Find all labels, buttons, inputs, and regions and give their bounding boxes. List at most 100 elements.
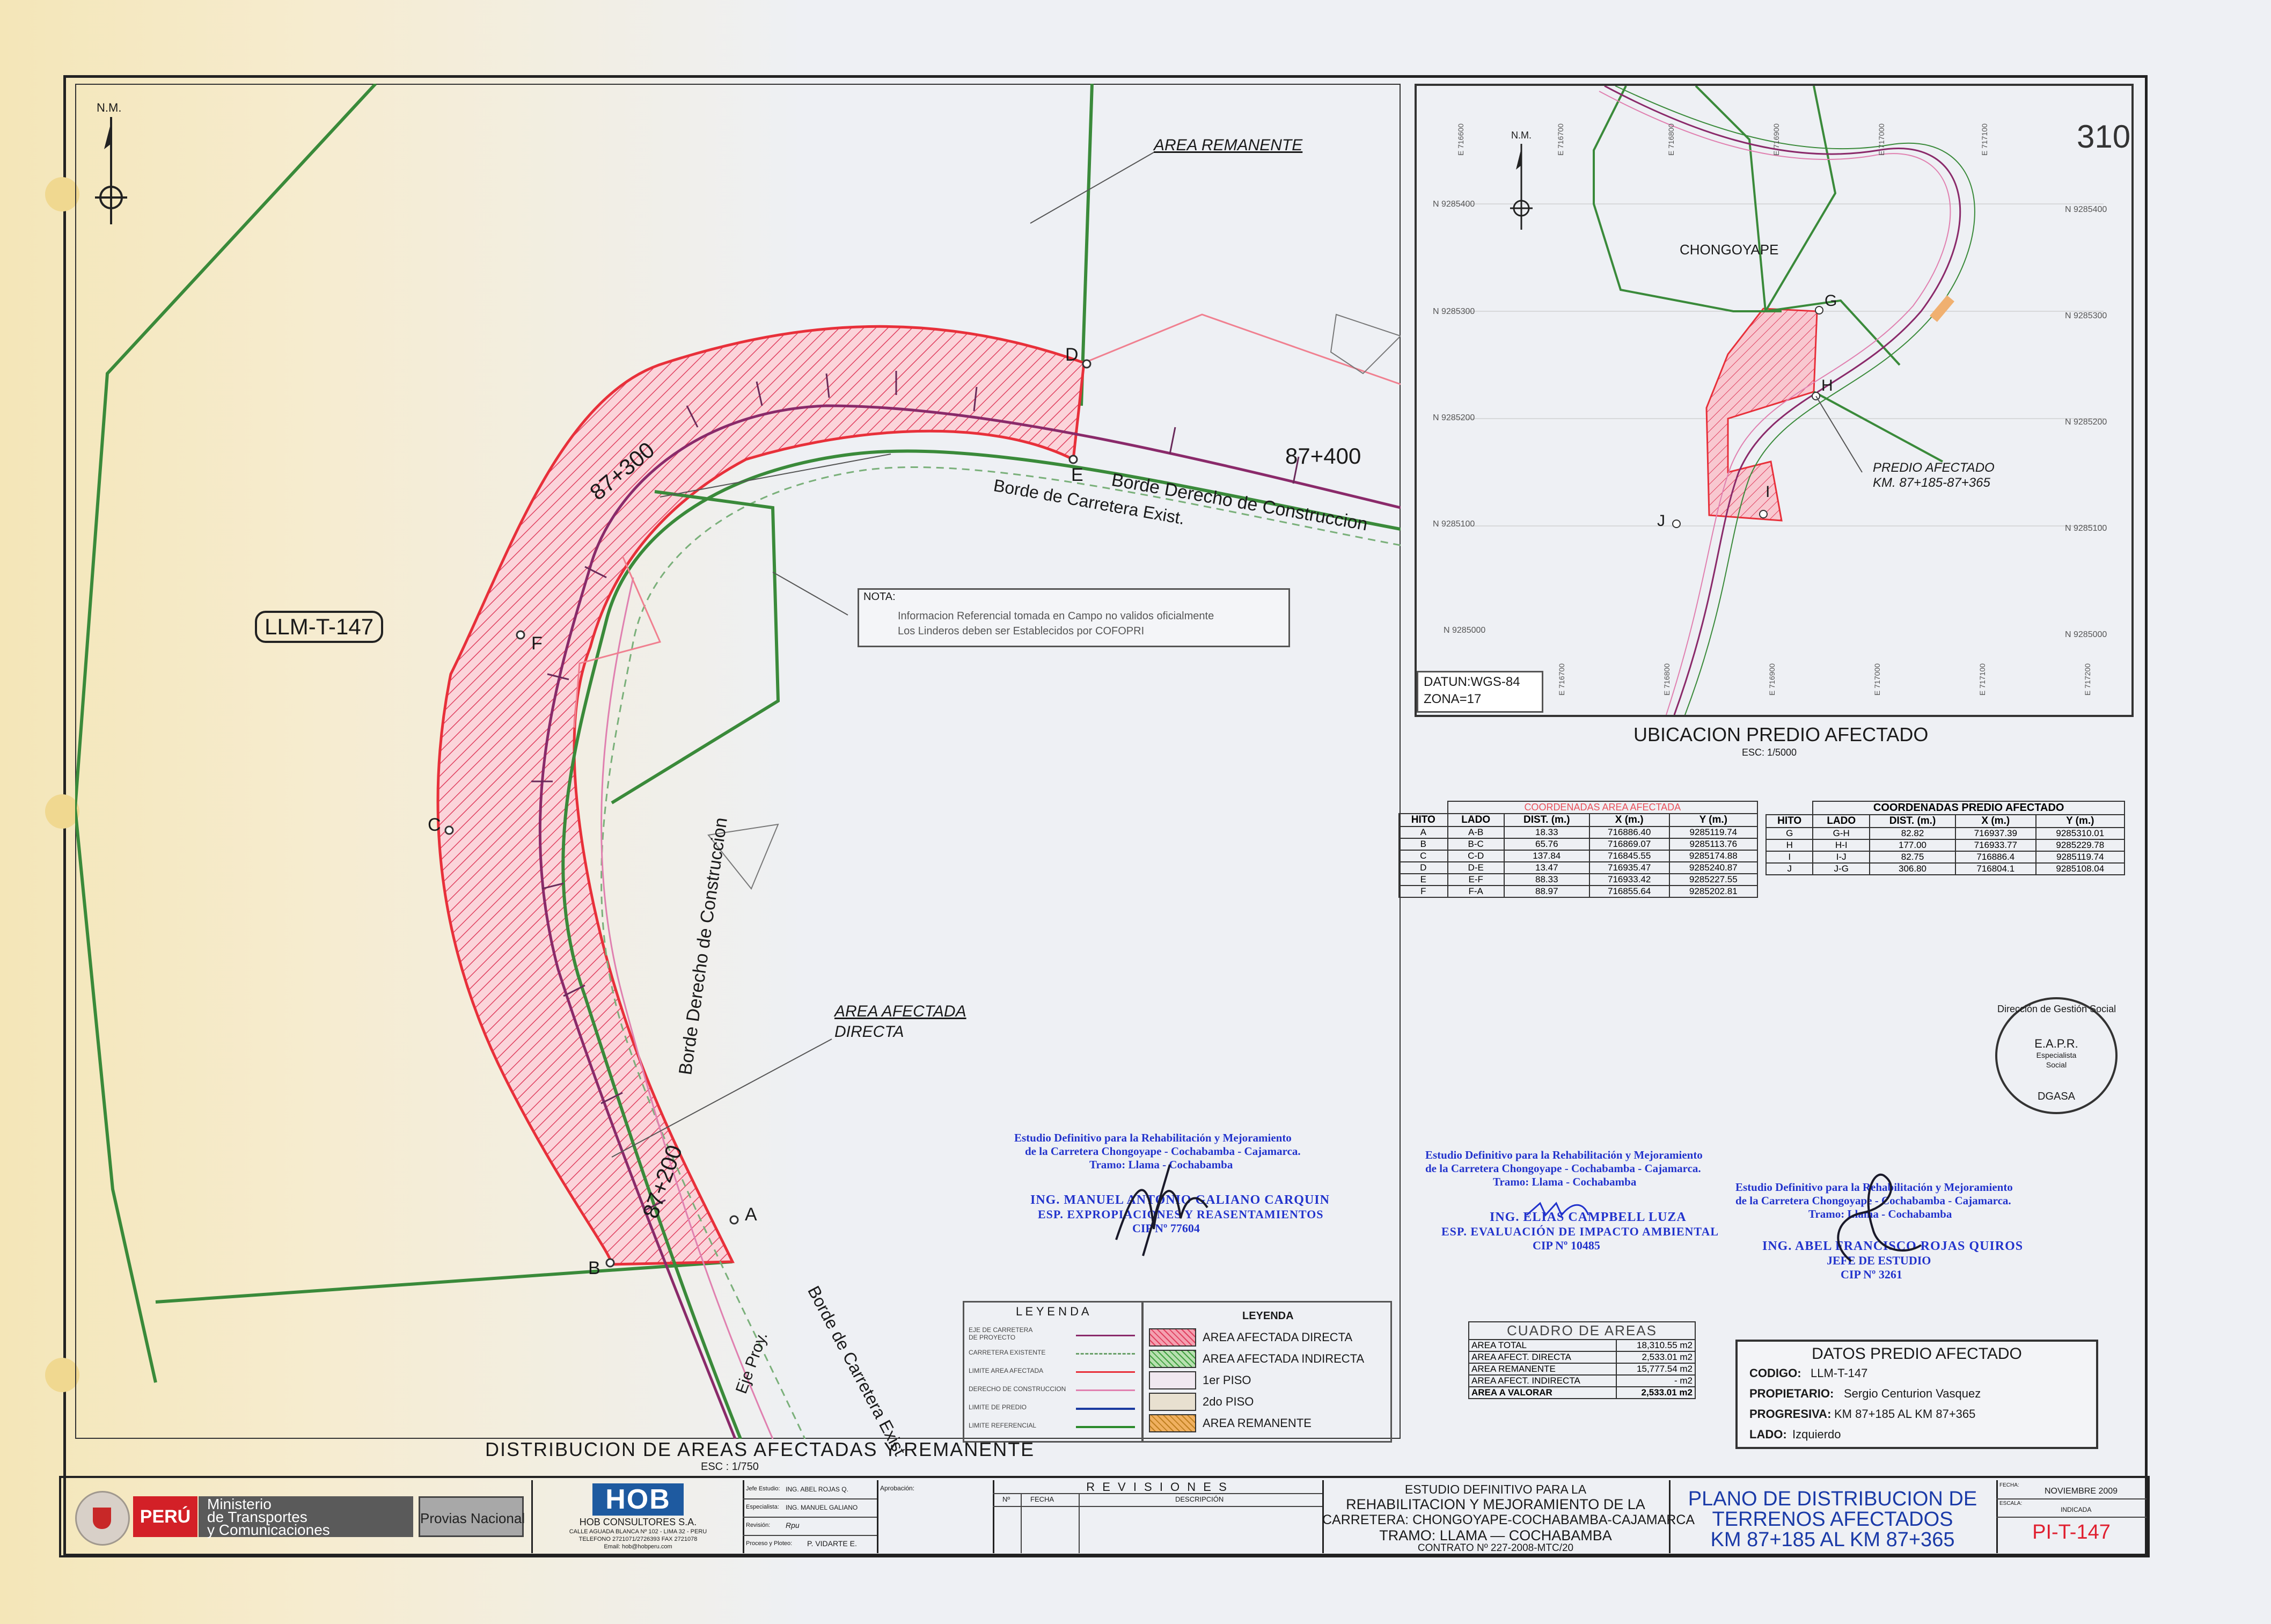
column-header: HITO bbox=[1398, 813, 1448, 827]
legend-item: DERECHO DE CONSTRUCCION bbox=[969, 1381, 1140, 1399]
field-value: ING. ABEL ROJAS Q. bbox=[786, 1486, 848, 1493]
plan-code: PI-T-147 bbox=[2032, 1521, 2111, 1543]
table-cell: 9285119.74 bbox=[2035, 851, 2126, 864]
north-arrow-icon bbox=[92, 117, 130, 224]
northing-label: N 9285000 bbox=[2065, 630, 2107, 639]
table-cell: 65.76 bbox=[1503, 838, 1590, 851]
table-cell: 9285229.78 bbox=[2035, 839, 2126, 852]
table-row: AREA AFECT. DIRECTA 2,533.01 m2 bbox=[1468, 1351, 1696, 1364]
hob-address: CALLE AGUADA BLANCA Nº 102 - LIMA 32 - P… bbox=[569, 1528, 707, 1535]
table-cell: F bbox=[1398, 885, 1448, 898]
datos-propietario-value: Sergio Centurion Vasquez bbox=[1844, 1387, 1981, 1400]
town-label: CHONGOYAPE bbox=[1680, 242, 1779, 258]
legend-swatch bbox=[1076, 1426, 1135, 1428]
field-value: P. VIDARTE E. bbox=[807, 1539, 857, 1548]
sheet-number-mark: 310 bbox=[2077, 119, 2131, 155]
stamp-ring-text: Dirección de Gestión Social bbox=[1997, 1004, 2116, 1014]
point-label: G bbox=[1825, 292, 1837, 310]
table-row: AREA REMANENTE 15,777.54 m2 bbox=[1468, 1363, 1696, 1376]
table-cell: AREA REMANENTE bbox=[1468, 1363, 1617, 1376]
stamp-text: DGASA bbox=[2037, 1091, 2076, 1102]
signature-cip: CIP Nº 10485 bbox=[1533, 1239, 1600, 1252]
column-header: X (m.) bbox=[1588, 813, 1670, 827]
dgasa-stamp: Dirección de Gestión Social E.A.P.R. Esp… bbox=[1995, 997, 2118, 1114]
table-row: AREA A VALORAR 2,533.01 m2 bbox=[1468, 1386, 1696, 1399]
table-cell: 18.33 bbox=[1503, 826, 1590, 839]
column-header: Nº bbox=[1002, 1495, 1010, 1503]
table-title: CUADRO DE AREAS bbox=[1468, 1321, 1696, 1340]
point-label: D bbox=[1065, 345, 1079, 365]
datos-progresiva-value: KM 87+185 AL KM 87+365 bbox=[1834, 1407, 1976, 1421]
table-cell: 9285227.55 bbox=[1668, 873, 1759, 886]
study-line: CARRETERA: CHONGOYAPE-COCHABAMBA-CAJAMAR… bbox=[1322, 1512, 1695, 1527]
table-cell: AREA AFECT. INDIRECTA bbox=[1468, 1374, 1617, 1387]
table-cell: 2,533.01 m2 bbox=[1615, 1386, 1696, 1399]
location-map-title: UBICACION PREDIO AFECTADO bbox=[1633, 723, 1929, 745]
field-label: Revisión: bbox=[746, 1522, 771, 1528]
table-cell: B bbox=[1398, 838, 1448, 851]
column-header: LADO bbox=[1812, 814, 1871, 828]
table-cell: 9285240.87 bbox=[1668, 861, 1759, 874]
ministry-cell: PERÚ Ministerio de Transportes y Comunic… bbox=[64, 1480, 533, 1553]
legend-swatch bbox=[1149, 1350, 1196, 1368]
table-cell: G-H bbox=[1812, 827, 1871, 840]
table-cell: F-A bbox=[1447, 885, 1505, 898]
legend-title: LEYENDA bbox=[1242, 1310, 1294, 1322]
table-cell: 9285108.04 bbox=[2035, 862, 2126, 875]
easting-label: E 716900 bbox=[1772, 123, 1781, 156]
table-row: AREA AFECT. INDIRECTA - m2 bbox=[1468, 1374, 1696, 1387]
table-row: C C-D 137.84 716845.55 9285174.88 bbox=[1398, 850, 1759, 862]
peru-shield-icon bbox=[75, 1491, 130, 1546]
table-cell: 716869.07 bbox=[1588, 838, 1670, 851]
northing-label: N 9285400 bbox=[1433, 200, 1475, 209]
approval-cell: Aprobación: bbox=[877, 1480, 994, 1553]
table-title: COORDENADAS PREDIO AFECTADO bbox=[1812, 801, 2125, 815]
point-label: E bbox=[1071, 465, 1083, 485]
easting-label: E 717100 bbox=[1980, 123, 1989, 156]
easting-label: E 716700 bbox=[1556, 123, 1565, 156]
column-header: DIST. (m.) bbox=[1503, 813, 1590, 827]
coords-predio-table: COORDENADAS PREDIO AFECTADO HITO LADO DI… bbox=[1765, 801, 2126, 875]
nota-box: NOTA: Informacion Referencial tomada en … bbox=[858, 588, 1290, 647]
table-cell: E-F bbox=[1447, 873, 1505, 886]
datos-propietario-label: PROPIETARIO: bbox=[1749, 1387, 1834, 1400]
personnel-cell: Jefe Estudio: ING. ABEL ROJAS Q. Especial… bbox=[743, 1480, 878, 1553]
legend-swatch bbox=[1076, 1335, 1135, 1336]
easting-label: E 717000 bbox=[1873, 663, 1881, 696]
column-header: DIST. (m.) bbox=[1869, 814, 1956, 828]
legend-item: LIMITE AREA AFECTADA bbox=[969, 1363, 1140, 1381]
plan-title-cell: PLANO DE DISTRIBUCION DE TERRENOS AFECTA… bbox=[1669, 1480, 1998, 1553]
field-value: NOVIEMBRE 2009 bbox=[2045, 1487, 2118, 1496]
datos-predio-box: DATOS PREDIO AFECTADO CODIGO: LLM-T-147 … bbox=[1735, 1340, 2098, 1449]
table-row: A A-B 18.33 716886.40 9285119.74 bbox=[1398, 826, 1759, 839]
table-cell: 9285174.88 bbox=[1668, 850, 1759, 862]
area-afectada-label-1: AREA AFECTADA bbox=[834, 1003, 966, 1020]
plan-title-line: KM 87+185 AL KM 87+365 bbox=[1710, 1528, 1955, 1551]
datum-box: DATUN:WGS-84 ZONA=17 bbox=[1417, 671, 1543, 713]
northing-label: N 9285300 bbox=[1433, 307, 1475, 316]
drawing-sheet: N.M. LLM-T-147 AREA REMANENTE AREA AFECT… bbox=[0, 0, 2271, 1624]
column-header: X (m.) bbox=[1954, 814, 2036, 828]
punch-hole bbox=[45, 177, 79, 211]
column-header: Y (m.) bbox=[1668, 813, 1759, 827]
table-cell: 9285202.81 bbox=[1668, 885, 1759, 898]
study-cell: ESTUDIO DEFINITIVO PARA LA REHABILITACIO… bbox=[1322, 1480, 1695, 1554]
northing-label: N 9285400 bbox=[2065, 205, 2107, 214]
table-row: AREA TOTAL 18,310.55 m2 bbox=[1468, 1339, 1696, 1352]
table-cell: - m2 bbox=[1615, 1374, 1696, 1387]
field-label: Especialista: bbox=[746, 1504, 779, 1510]
location-north-label: N.M. bbox=[1511, 130, 1532, 141]
table-cell: 716933.77 bbox=[1954, 839, 2036, 852]
station-label: 87+400 bbox=[1285, 443, 1361, 469]
table-cell: I-J bbox=[1812, 851, 1871, 864]
hob-name: HOB CONSULTORES S.A. bbox=[579, 1517, 697, 1527]
revisions-title: R E V I S I O N E S bbox=[993, 1480, 1322, 1494]
point-label: B bbox=[588, 1258, 600, 1278]
handwritten-signature bbox=[1526, 1202, 1589, 1217]
legend-label: 2do PISO bbox=[1203, 1395, 1254, 1408]
table-cell: 13.47 bbox=[1503, 861, 1590, 874]
easting-label: E 717200 bbox=[2083, 663, 2092, 696]
point-label: A bbox=[745, 1204, 757, 1225]
easting-label: E 717000 bbox=[1877, 123, 1886, 156]
revisions-cell: R E V I S I O N E S Nº FECHA DESCRIPCIÓN bbox=[993, 1480, 1324, 1553]
